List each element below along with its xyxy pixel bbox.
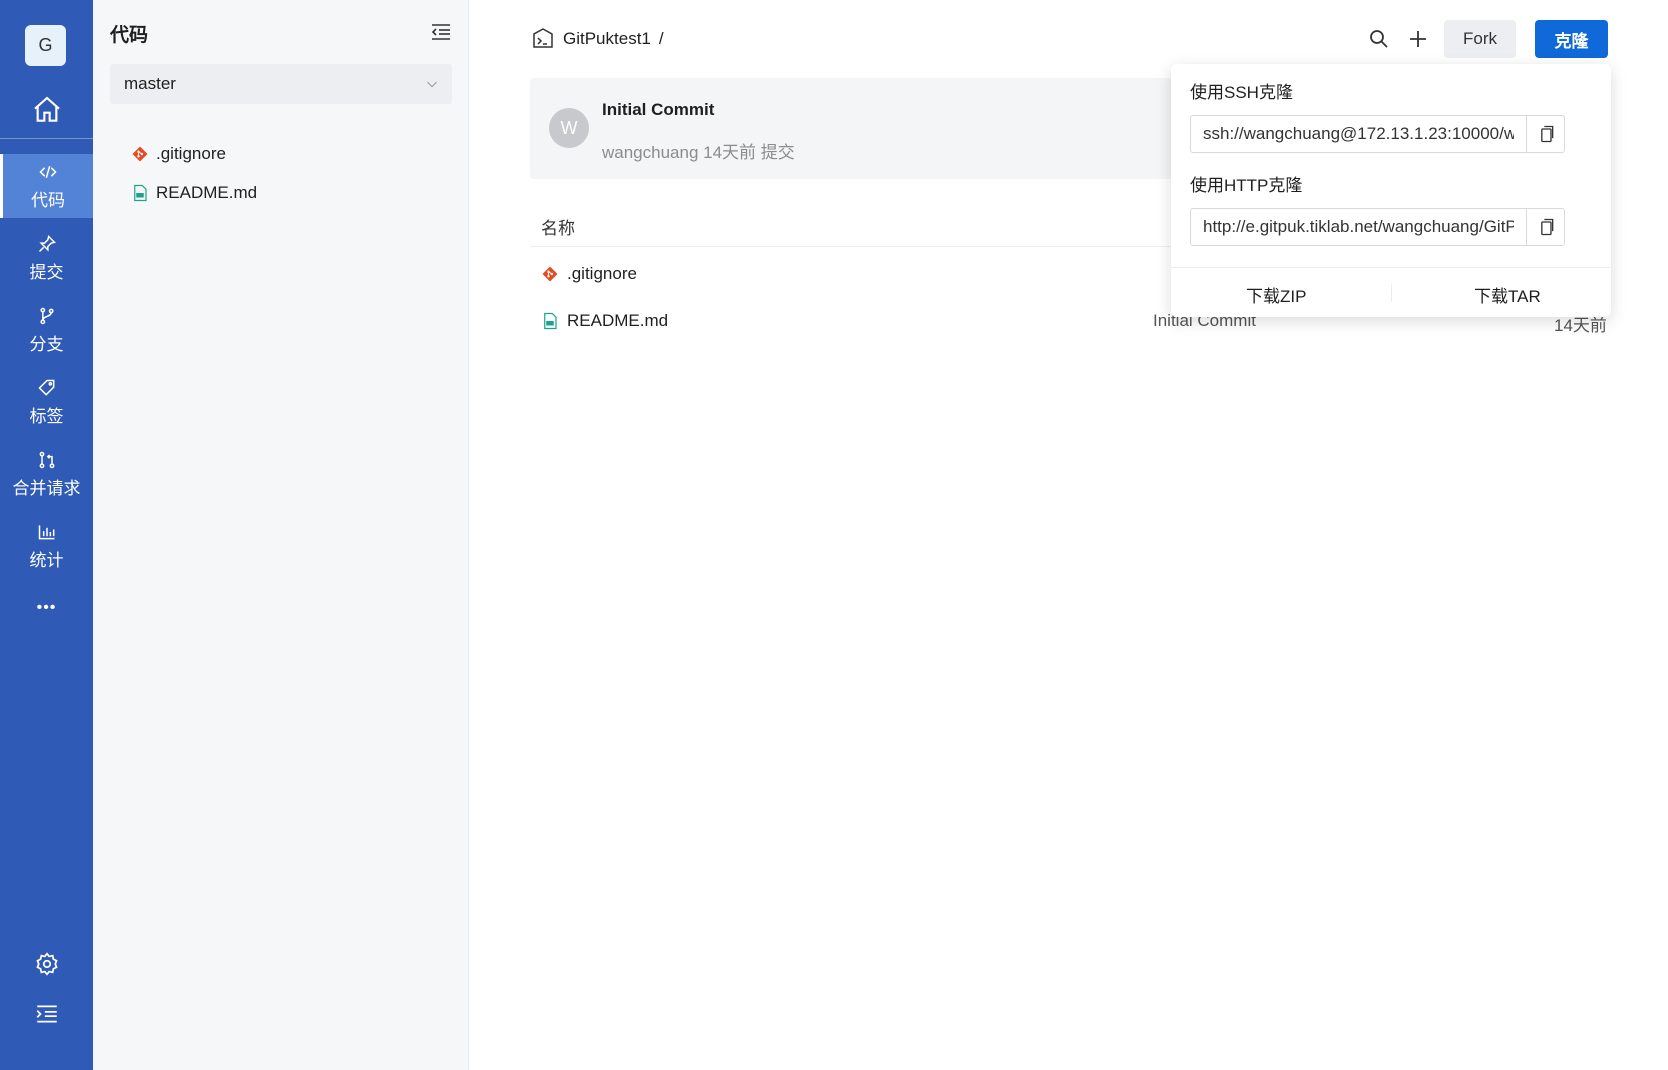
nav-item-label: 标签 (29, 406, 64, 426)
nav-item-label: 合并请求 (12, 478, 81, 498)
commit-message[interactable]: Initial Commit (602, 100, 714, 120)
copy-ssh-button[interactable] (1526, 115, 1565, 153)
nav-item-code[interactable]: 代码 (0, 154, 93, 218)
download-tar-button[interactable]: 下载TAR (1474, 282, 1541, 307)
home-icon[interactable] (0, 88, 93, 132)
ssh-clone-label: 使用SSH克隆 (1190, 83, 1293, 102)
chevron-down-icon (426, 81, 438, 88)
more-icon[interactable]: ••• (0, 588, 93, 628)
nav-item-commits[interactable]: 提交 (0, 226, 93, 290)
copy-http-button[interactable] (1526, 208, 1565, 246)
search-icon[interactable] (1367, 27, 1391, 51)
expand-menu-icon[interactable] (0, 994, 93, 1034)
nav-item-label: 统计 (29, 550, 64, 570)
nav-rail: G 代码 提交 分支 标签 合并请求 统计 ••• (0, 0, 93, 1070)
breadcrumb: GitPuktest1 / (531, 27, 664, 51)
nav-item-tags[interactable]: 标签 (0, 370, 93, 434)
collapse-tree-icon[interactable] (429, 20, 453, 44)
bar-chart-icon (38, 524, 54, 539)
column-name: 名称 (541, 219, 575, 238)
nav-item-branches[interactable]: 分支 (0, 298, 93, 362)
pin-icon (38, 234, 56, 252)
clone-button[interactable]: 克隆 (1535, 20, 1608, 58)
breadcrumb-separator: / (658, 29, 664, 48)
clone-popover: 使用SSH克隆 使用HTTP克隆 下载ZIP 下载TAR (1171, 64, 1611, 317)
tree-item-label: README.md (156, 183, 258, 202)
branch-select[interactable]: master (110, 64, 452, 104)
download-separator (1391, 284, 1392, 302)
file-tree-panel: 代码 master .gitignore README.md (93, 0, 469, 1070)
add-icon[interactable] (1406, 27, 1430, 51)
branch-icon (39, 307, 54, 324)
settings-icon[interactable] (0, 944, 93, 984)
tag-icon (37, 379, 54, 396)
tree-item-label: .gitignore (156, 144, 226, 163)
copy-icon (1540, 125, 1553, 143)
http-clone-label: 使用HTTP克隆 (1190, 176, 1303, 195)
http-url-field[interactable] (1190, 208, 1527, 246)
file-name-link[interactable]: README.md (567, 311, 668, 331)
nav-item-merge-requests[interactable]: 合并请求 (0, 442, 93, 506)
branch-name: master (124, 74, 176, 93)
avatar: W (549, 108, 589, 148)
git-file-icon (132, 146, 148, 162)
fork-button[interactable]: Fork (1444, 20, 1516, 58)
markdown-file-icon (544, 312, 557, 330)
merge-request-icon (39, 451, 54, 468)
popover-divider (1171, 267, 1611, 268)
tree-item-readme[interactable]: README.md (131, 180, 257, 206)
code-icon (39, 165, 57, 178)
download-zip-button[interactable]: 下载ZIP (1246, 282, 1306, 307)
repo-icon (533, 28, 553, 48)
markdown-file-icon (134, 184, 147, 202)
file-name-link[interactable]: .gitignore (567, 264, 637, 284)
tree-item-gitignore[interactable]: .gitignore (131, 141, 226, 167)
nav-item-label: 提交 (29, 262, 64, 282)
git-file-icon (542, 266, 558, 282)
repo-name-link[interactable]: GitPuktest1 (563, 29, 651, 49)
copy-icon (1540, 218, 1553, 236)
nav-item-label: 分支 (29, 334, 64, 354)
ssh-url-field[interactable] (1190, 115, 1527, 153)
repo-logo[interactable]: G (25, 25, 66, 66)
panel-title: 代码 (110, 25, 149, 46)
nav-item-label: 代码 (31, 190, 65, 210)
commit-meta: wangchuang 14天前 提交 (602, 143, 795, 162)
nav-item-statistics[interactable]: 统计 (0, 514, 93, 578)
rail-divider (0, 138, 93, 139)
